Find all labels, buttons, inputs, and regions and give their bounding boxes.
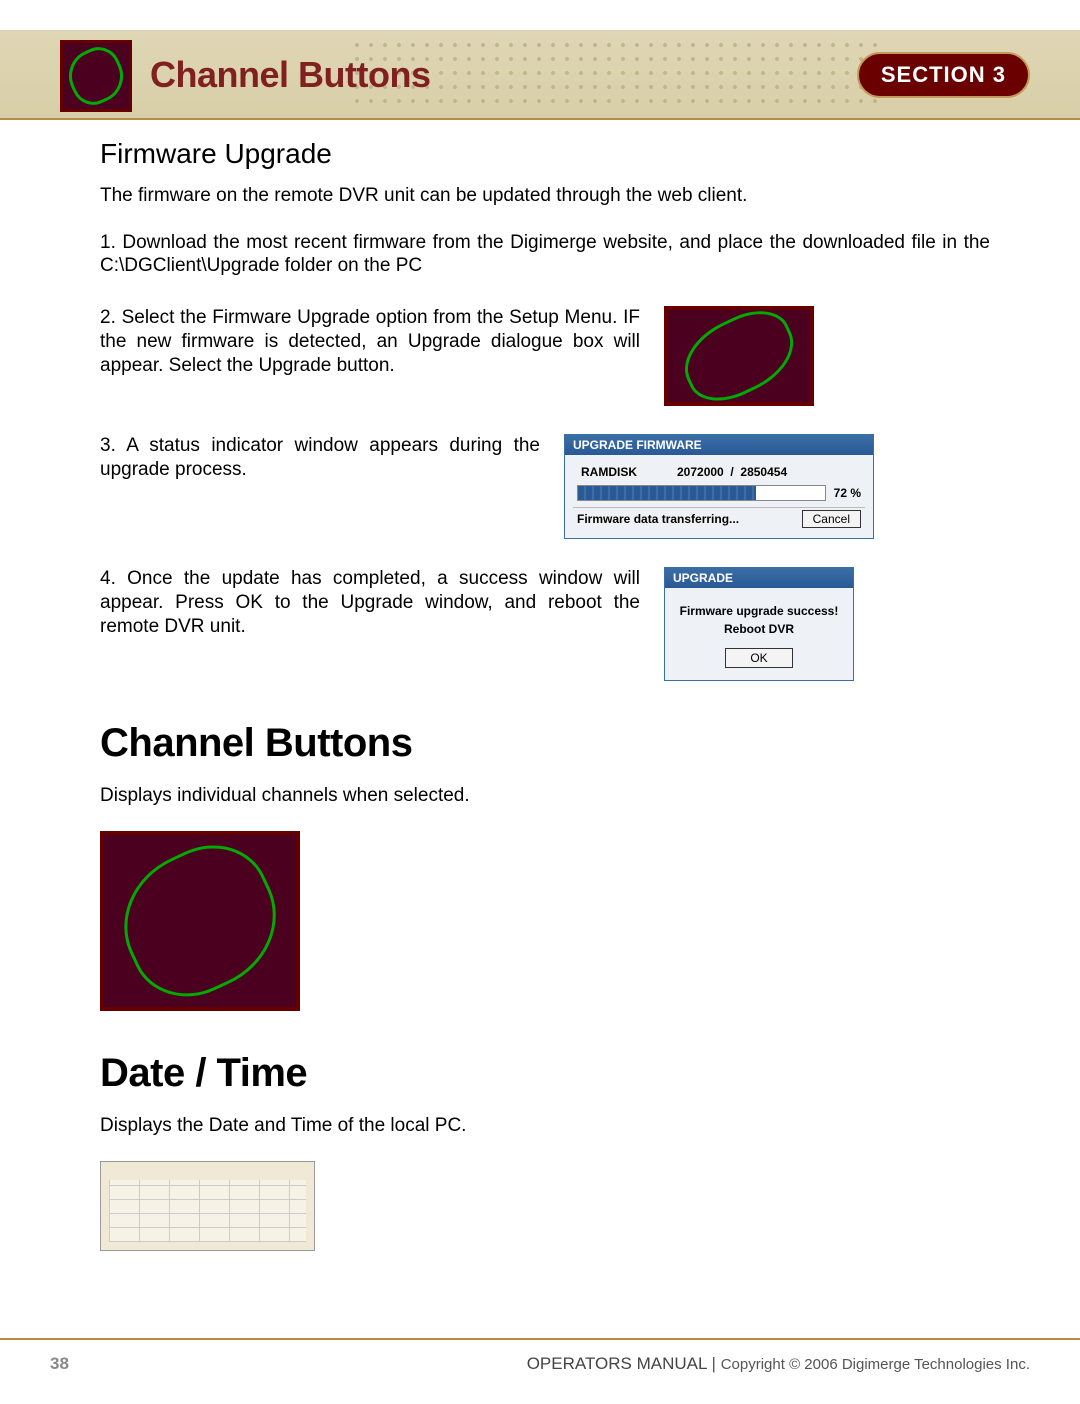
progress-status: Firmware data transferring... — [577, 512, 739, 526]
header-icon — [60, 40, 132, 112]
page-header: Channel Buttons SECTION 3 — [0, 30, 1080, 120]
header-title: Channel Buttons — [150, 54, 430, 96]
progress-label: RAMDISK — [581, 465, 637, 479]
progress-dialog: UPGRADE FIRMWARE RAMDISK 2072000 / 28504… — [564, 434, 874, 539]
step-3: 3. A status indicator window appears dur… — [100, 434, 540, 482]
success-dialog-title: UPGRADE — [665, 568, 853, 588]
footer-copyright-word: Copyright — [721, 1356, 789, 1373]
date-time-image — [100, 1161, 315, 1251]
progress-dialog-title: UPGRADE FIRMWARE — [565, 435, 873, 455]
cancel-button[interactable]: Cancel — [802, 510, 861, 528]
ok-button[interactable]: OK — [725, 648, 792, 668]
channel-buttons-image — [100, 831, 300, 1011]
success-line1: Firmware upgrade success! — [673, 602, 845, 620]
date-time-heading: Date / Time — [100, 1051, 990, 1096]
firmware-heading: Firmware Upgrade — [100, 138, 990, 170]
progress-fill — [578, 486, 756, 500]
step-2: 2. Select the Firmware Upgrade option fr… — [100, 306, 640, 377]
progress-bytes-sep: / — [730, 465, 733, 479]
progress-bytes-total: 2850454 — [740, 465, 787, 479]
upgrade-thumbnail — [664, 306, 814, 406]
channel-buttons-heading: Channel Buttons — [100, 721, 990, 766]
date-time-text: Displays the Date and Time of the local … — [100, 1114, 990, 1139]
page-number: 38 — [50, 1354, 69, 1374]
section-badge: SECTION 3 — [857, 52, 1030, 98]
page-footer: 38 OPERATORS MANUAL | Copyright © 2006 D… — [0, 1340, 1080, 1404]
firmware-intro: The firmware on the remote DVR unit can … — [100, 184, 990, 209]
footer-manual: OPERATORS MANUAL — [527, 1354, 707, 1373]
progress-percent: 72 % — [834, 486, 861, 500]
footer-sep: | — [707, 1354, 721, 1373]
footer-copyright-rest: 2006 Digimerge Technologies Inc. — [800, 1356, 1030, 1373]
progress-bar — [577, 485, 826, 501]
success-line2: Reboot DVR — [673, 620, 845, 638]
step-4: 4. Once the update has completed, a succ… — [100, 567, 640, 638]
channel-buttons-text: Displays individual channels when select… — [100, 784, 990, 809]
progress-bytes-done: 2072000 — [677, 465, 724, 479]
success-dialog: UPGRADE Firmware upgrade success! Reboot… — [664, 567, 854, 681]
step-1: 1. Download the most recent firmware fro… — [100, 231, 990, 279]
copyright-icon: © — [789, 1356, 800, 1373]
